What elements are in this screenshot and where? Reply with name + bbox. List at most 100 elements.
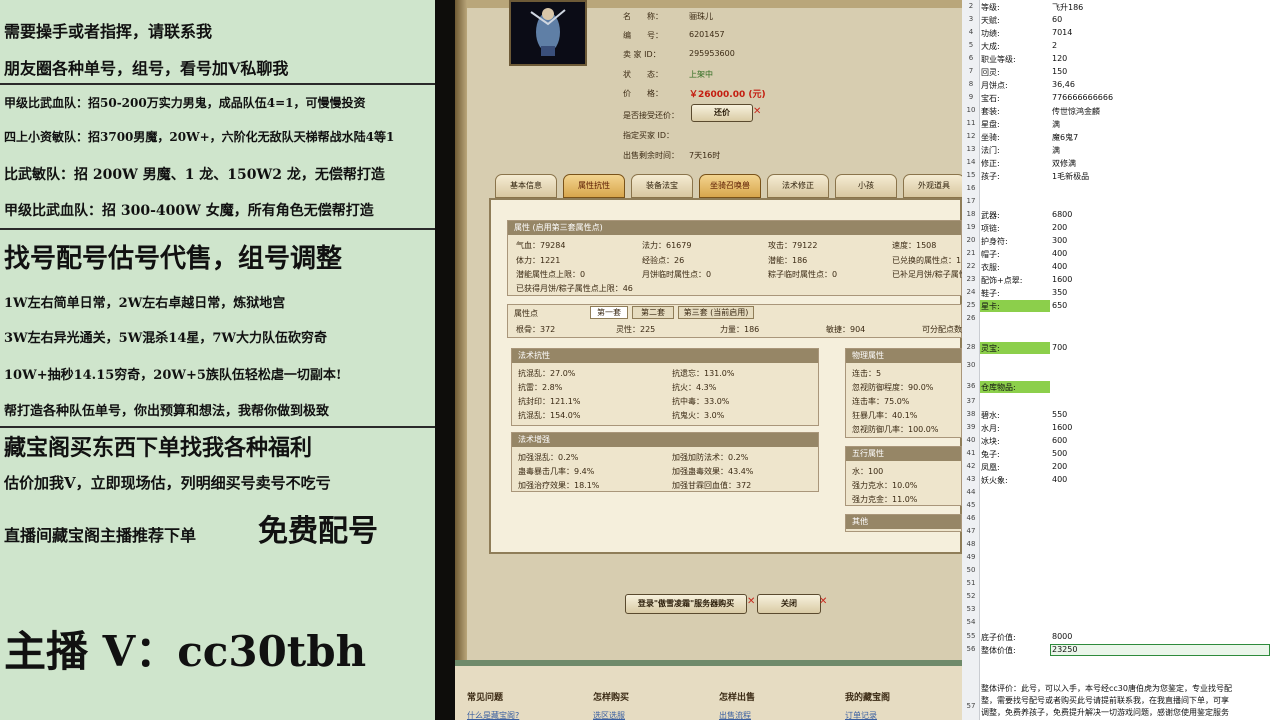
footer-title: 怎样购买 bbox=[593, 693, 630, 703]
sheet-row[interactable]: 12 坐骑: 魔6鬼7 bbox=[962, 131, 1280, 144]
streamer-info-panel: 需要操手或者指挥，请联系我 朋友圈各种单号，组号，看号加V私聊我 甲级比武血队：… bbox=[0, 0, 435, 720]
sheet-row[interactable]: 20 护身符: 300 bbox=[962, 235, 1280, 248]
sheet-row[interactable]: 53 bbox=[962, 604, 1280, 617]
window-frame bbox=[455, 0, 467, 660]
sheet-row[interactable]: 44 bbox=[962, 487, 1280, 500]
sheet-row[interactable]: 10 套装: 传世惊鸿金麟 bbox=[962, 105, 1280, 118]
points-tab-1[interactable]: 第一套 bbox=[590, 306, 628, 319]
row-number: 10 bbox=[966, 106, 976, 114]
bargain-button[interactable]: 还价 bbox=[691, 104, 753, 122]
close-button[interactable]: 关闭 bbox=[757, 594, 821, 614]
sheet-row[interactable]: 18 武器: 6800 bbox=[962, 209, 1280, 222]
sheet-row[interactable]: 19 项链: 200 bbox=[962, 222, 1280, 235]
sheet-row[interactable]: 13 法门: 满 bbox=[962, 144, 1280, 157]
sheet-row[interactable]: 23 配饰+点翠: 1600 bbox=[962, 274, 1280, 287]
row-number: 40 bbox=[966, 436, 976, 444]
footer-link[interactable]: 选区选服 bbox=[593, 710, 625, 720]
sheet-row[interactable]: 24 鞋子: 350 bbox=[962, 287, 1280, 300]
sheet-row[interactable]: 15 孩子: 1毛新极品 bbox=[962, 170, 1280, 183]
sheet-row[interactable]: 55 底子价值: 8000 bbox=[962, 631, 1280, 644]
phys-value: 连击：5 bbox=[852, 369, 882, 378]
sheet-row[interactable]: 49 bbox=[962, 552, 1280, 565]
tab-mounts-pets[interactable]: 坐骑召唤兽 bbox=[699, 174, 761, 198]
sheet-row[interactable]: 47 bbox=[962, 526, 1280, 539]
sheet-row[interactable]: 28 灵宝: 700 bbox=[962, 342, 1280, 355]
other-panel: 其他 bbox=[845, 514, 962, 532]
sheet-row[interactable]: 21 帽子: 400 bbox=[962, 248, 1280, 261]
enhance-value: 蛊毒暴击几率：9.4% bbox=[518, 467, 595, 476]
cell-label: 水月: bbox=[981, 424, 1000, 433]
sheet-row[interactable]: 54 bbox=[962, 617, 1280, 630]
sheet-row[interactable]: 4 功绩: 7014 bbox=[962, 27, 1280, 40]
sheet-row[interactable]: 22 衣服: 400 bbox=[962, 261, 1280, 274]
sheet-row[interactable]: 36 仓库物品: bbox=[962, 381, 1280, 394]
cell-label: 护身符: bbox=[981, 237, 1008, 246]
selected-cell[interactable] bbox=[1050, 644, 1270, 656]
phys-value: 狂暴几率：40.1% bbox=[852, 411, 918, 420]
cell-value: 飞升186 bbox=[1052, 3, 1084, 12]
tab-spell-correction[interactable]: 法术修正 bbox=[767, 174, 829, 198]
sheet-row[interactable]: 3 天赋: 60 bbox=[962, 14, 1280, 27]
sheet-row[interactable]: 56 整体价值: 23250 bbox=[962, 644, 1280, 657]
points-tab-2[interactable]: 第二套 bbox=[632, 306, 674, 319]
sheet-row[interactable]: 14 修正: 双修满 bbox=[962, 157, 1280, 170]
sheet-row[interactable]: 25 星卡: 650 bbox=[962, 300, 1280, 313]
sheet-row[interactable]: 30 bbox=[962, 360, 1280, 373]
tab-child[interactable]: 小孩 bbox=[835, 174, 897, 198]
row-number: 57 bbox=[966, 702, 976, 710]
sheet-row[interactable]: 50 bbox=[962, 565, 1280, 578]
sheet-row[interactable]: 37 bbox=[962, 396, 1280, 409]
row-number: 44 bbox=[966, 488, 976, 496]
panel-title: 物理属性 bbox=[846, 349, 961, 363]
tab-basic-info[interactable]: 基本信息 bbox=[495, 174, 557, 198]
row-number: 24 bbox=[966, 288, 976, 296]
enhance-value: 加强甘霖回血值：372 bbox=[672, 481, 752, 490]
sheet-row[interactable]: 16 bbox=[962, 183, 1280, 196]
row-number: 3 bbox=[968, 15, 974, 23]
tab-appearance[interactable]: 外观道具 bbox=[903, 174, 962, 198]
sheet-row[interactable]: 39 水月: 1600 bbox=[962, 422, 1280, 435]
row-number: 30 bbox=[966, 361, 976, 369]
sheet-row[interactable]: 2 等级: 飞升186 bbox=[962, 1, 1280, 14]
row-number: 48 bbox=[966, 540, 976, 548]
attr-value: 攻击：79122 bbox=[768, 241, 818, 250]
sheet-row[interactable]: 46 bbox=[962, 513, 1280, 526]
sheet-row[interactable]: 40 冰块: 600 bbox=[962, 435, 1280, 448]
tab-attributes[interactable]: 属性抗性 bbox=[563, 174, 625, 198]
valuation-spreadsheet: 2 等级: 飞升186 3 天赋: 60 4 功绩: 7014 5 大成: 2 6 职业等级: 120 7 回灵… bbox=[962, 0, 1280, 720]
cell-value: 8000 bbox=[1052, 632, 1073, 641]
resist-value: 抗中毒：33.0% bbox=[672, 397, 730, 406]
cell-label: 职业等级: bbox=[981, 55, 1016, 64]
phys-value: 连击率：75.0% bbox=[852, 397, 910, 406]
sheet-row[interactable]: 52 bbox=[962, 591, 1280, 604]
row-number: 16 bbox=[966, 184, 976, 192]
streamer-contact: 主播 V：cc30tbh bbox=[4, 627, 367, 676]
row-number: 8 bbox=[968, 80, 974, 88]
cell-value: 400 bbox=[1052, 249, 1068, 258]
sheet-row[interactable]: 26 bbox=[962, 313, 1280, 326]
point-value: 敏捷：904 bbox=[826, 325, 866, 334]
sheet-row[interactable]: 42 凤凰: 200 bbox=[962, 461, 1280, 474]
attr-value: 已补足月饼/粽子属性点 bbox=[892, 270, 962, 279]
sheet-row[interactable]: 17 bbox=[962, 196, 1280, 209]
points-tab-3[interactable]: 第三套 (当前启用) bbox=[678, 306, 754, 319]
footer-link[interactable]: 订单记录 bbox=[845, 710, 877, 720]
sheet-row[interactable]: 45 bbox=[962, 500, 1280, 513]
spell-enhance-panel: 法术增强 加强混乱：0.2% 加强加防法术：0.2% 蛊毒暴击几率：9.4% 加… bbox=[511, 432, 819, 492]
point-value: 灵性：225 bbox=[616, 325, 656, 334]
tab-equipment[interactable]: 装备法宝 bbox=[631, 174, 693, 198]
sheet-row[interactable]: 51 bbox=[962, 578, 1280, 591]
sheet-row[interactable]: 43 妖火象: 400 bbox=[962, 474, 1280, 487]
footer-link[interactable]: 什么是藏宝阁? bbox=[467, 710, 519, 720]
resist-value: 抗混乱：154.0% bbox=[518, 411, 581, 420]
sheet-row[interactable]: 48 bbox=[962, 539, 1280, 552]
login-server-buy-button[interactable]: 登录"傲雪凌霜"服务器购买 bbox=[625, 594, 747, 614]
cell-value: 400 bbox=[1052, 262, 1068, 271]
status-label: 状 态： bbox=[623, 70, 663, 79]
sheet-row[interactable]: 38 碧水: 550 bbox=[962, 409, 1280, 422]
cell-value: 2 bbox=[1052, 41, 1058, 50]
text-line: 藏宝阁买东西下单找我各种福利 bbox=[4, 435, 313, 461]
sheet-row[interactable]: 41 兔子: 500 bbox=[962, 448, 1280, 461]
sheet-row[interactable]: 11 星盘: 满 bbox=[962, 118, 1280, 131]
footer-link[interactable]: 出售流程 bbox=[719, 710, 751, 720]
